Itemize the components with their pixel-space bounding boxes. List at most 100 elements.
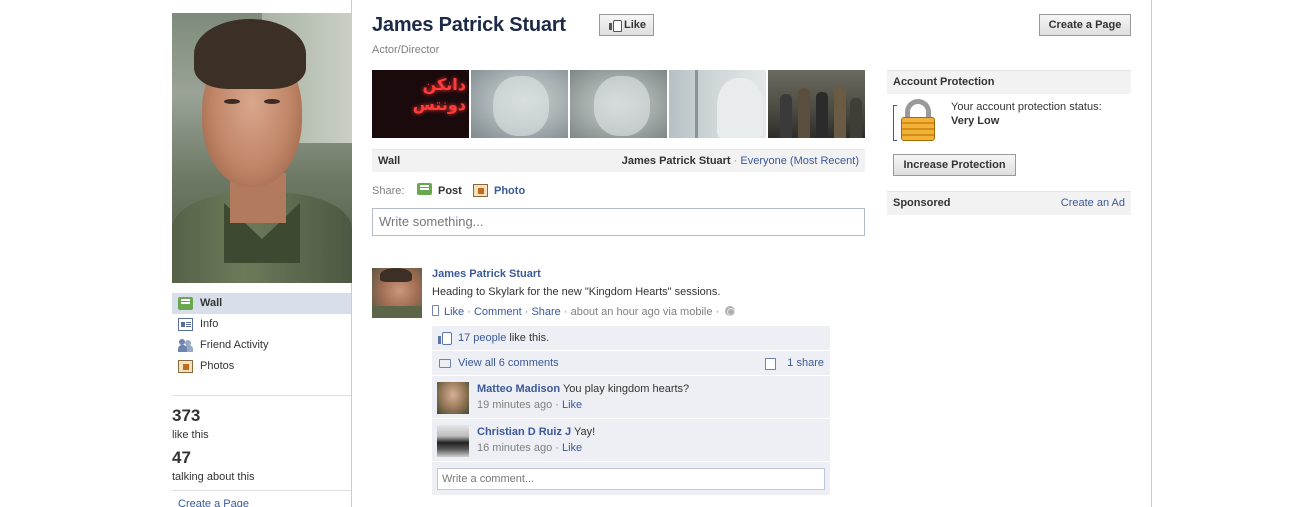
wall-header: Wall James Patrick Stuart · Everyone (Mo…	[372, 149, 865, 172]
page-title[interactable]: James Patrick Stuart	[372, 14, 566, 37]
photos-icon	[178, 360, 193, 373]
talking-count: 47	[172, 448, 191, 467]
comment-timestamp[interactable]: 16 minutes ago	[477, 442, 552, 454]
create-ad-link[interactable]: Create an Ad	[1061, 192, 1125, 215]
comment-composer: Write a comment...	[432, 462, 830, 496]
story-actions: Like · Comment · Share · about an hour a…	[432, 305, 736, 318]
commenter-name[interactable]: Christian D Ruiz J	[477, 426, 571, 438]
profile-picture[interactable]	[172, 13, 352, 283]
comment-text: You play kingdom hearts?	[560, 383, 690, 395]
comment-body: Matteo Madison You play kingdom hearts?	[477, 383, 689, 395]
nav-item-label: Wall	[200, 297, 223, 309]
sponsored-header: Sponsored Create an Ad	[887, 191, 1131, 215]
photo-hair	[194, 19, 306, 89]
photo-figure	[816, 92, 828, 138]
nav-item-wall[interactable]: Wall	[172, 293, 351, 314]
create-page-button[interactable]: Create a Page	[1039, 14, 1131, 36]
comment-icon	[439, 359, 451, 368]
photo-rod	[695, 70, 698, 138]
comment-item: Matteo Madison You play kingdom hearts? …	[432, 376, 830, 419]
like-link[interactable]: Like	[444, 306, 464, 318]
likes-summary: 17 people like this.	[432, 326, 830, 351]
like-page-button[interactable]: Like	[599, 14, 654, 36]
share-link[interactable]: Share	[531, 306, 560, 318]
view-all-comments-link[interactable]: View all 6 comments	[458, 357, 559, 369]
photo-mask-shape	[594, 76, 650, 136]
likes-count: 373	[172, 406, 201, 425]
share-label: Share:	[372, 185, 405, 197]
comment-like-link[interactable]: Like	[562, 399, 582, 411]
status-icon	[417, 183, 432, 195]
photo-eye-left	[224, 99, 240, 104]
lock-frame	[893, 105, 897, 141]
commenter-avatar[interactable]	[437, 425, 469, 457]
commenter-avatar[interactable]	[437, 382, 469, 414]
protection-level: Very Low	[951, 115, 1000, 127]
separator: ·	[521, 306, 532, 318]
photo-figure	[798, 88, 810, 138]
page-category: Actor/Director	[372, 44, 440, 56]
comment-meta: 16 minutes ago · Like	[477, 442, 582, 454]
photo-thumbnail[interactable]	[570, 70, 667, 138]
account-protection-header: Account Protection	[887, 70, 1131, 94]
commenter-name[interactable]: Matteo Madison	[477, 383, 560, 395]
comment-item: Christian D Ruiz J Yay! 16 minutes ago ·…	[432, 419, 830, 462]
share-photo-label: Photo	[494, 185, 526, 197]
friends-icon	[178, 339, 193, 352]
separator: ·	[730, 155, 741, 167]
comments-summary: View all 6 comments 1 share	[432, 351, 830, 376]
page-frame: Wall Info Friend Activity Photos 373 lik…	[0, 0, 1299, 507]
nav-item-label: Friend Activity	[200, 339, 269, 351]
photo-eye-right	[264, 99, 280, 104]
photo-thumbnail[interactable]	[669, 70, 766, 138]
share-icon	[765, 358, 776, 370]
story-message: Heading to Skylark for the new "Kingdom …	[432, 286, 721, 298]
sponsored-title: Sponsored	[893, 197, 951, 209]
globe-icon	[725, 306, 736, 316]
story-author-link[interactable]: James Patrick Stuart	[432, 268, 541, 280]
increase-protection-button[interactable]: Increase Protection	[893, 154, 1016, 176]
wall-filter-link[interactable]: Everyone (Most Recent)	[740, 155, 859, 167]
photo-thumbnail[interactable]	[768, 70, 865, 138]
share-count-link[interactable]: 1 share	[787, 351, 824, 376]
wall-title: Wall	[378, 155, 401, 167]
comment-body: Christian D Ruiz J Yay!	[477, 426, 595, 438]
protection-status-text: Your account protection status:	[951, 101, 1102, 113]
wall-filter: James Patrick Stuart · Everyone (Most Re…	[622, 150, 859, 172]
thumbs-up-icon	[438, 332, 452, 345]
lock-icon	[893, 99, 941, 141]
separator: ·	[712, 306, 723, 318]
separator: ·	[552, 442, 562, 454]
nav-item-info[interactable]: Info	[172, 314, 351, 335]
story-timestamp[interactable]: about an hour ago via mobile	[571, 306, 713, 318]
nav-item-photos[interactable]: Photos	[172, 356, 351, 377]
photo-figure	[850, 98, 862, 138]
divider	[172, 490, 351, 491]
wall-filter-name[interactable]: James Patrick Stuart	[622, 155, 731, 167]
author-avatar[interactable]	[372, 268, 422, 318]
mobile-icon	[432, 305, 439, 316]
comment-like-link[interactable]: Like	[562, 442, 582, 454]
status-input[interactable]: Write something...	[372, 208, 865, 236]
profile-nav: Wall Info Friend Activity Photos	[172, 293, 351, 377]
photo-mask-shape	[493, 76, 549, 136]
photo-icon	[473, 184, 488, 197]
share-photo-tab[interactable]: Photo	[472, 183, 532, 199]
thumbs-up-icon	[609, 20, 622, 32]
likes-text: like this.	[506, 332, 550, 344]
nav-item-friend-activity[interactable]: Friend Activity	[172, 335, 351, 356]
create-page-link[interactable]: Create a Page	[178, 498, 249, 507]
share-post-tab[interactable]: Post	[417, 183, 477, 199]
photo-thumbnail[interactable]	[471, 70, 568, 138]
divider	[172, 395, 351, 396]
comment-timestamp[interactable]: 19 minutes ago	[477, 399, 552, 411]
photo-figure	[834, 86, 846, 138]
comment-text: Yay!	[571, 426, 596, 438]
wall-icon	[178, 297, 193, 310]
comment-link[interactable]: Comment	[474, 306, 522, 318]
photo-thumbnail[interactable]: دانكن دونتس	[372, 70, 469, 138]
comment-input[interactable]: Write a comment...	[437, 468, 825, 490]
talking-label: talking about this	[172, 471, 255, 483]
separator: ·	[560, 306, 571, 318]
likers-link[interactable]: 17 people	[458, 332, 506, 344]
